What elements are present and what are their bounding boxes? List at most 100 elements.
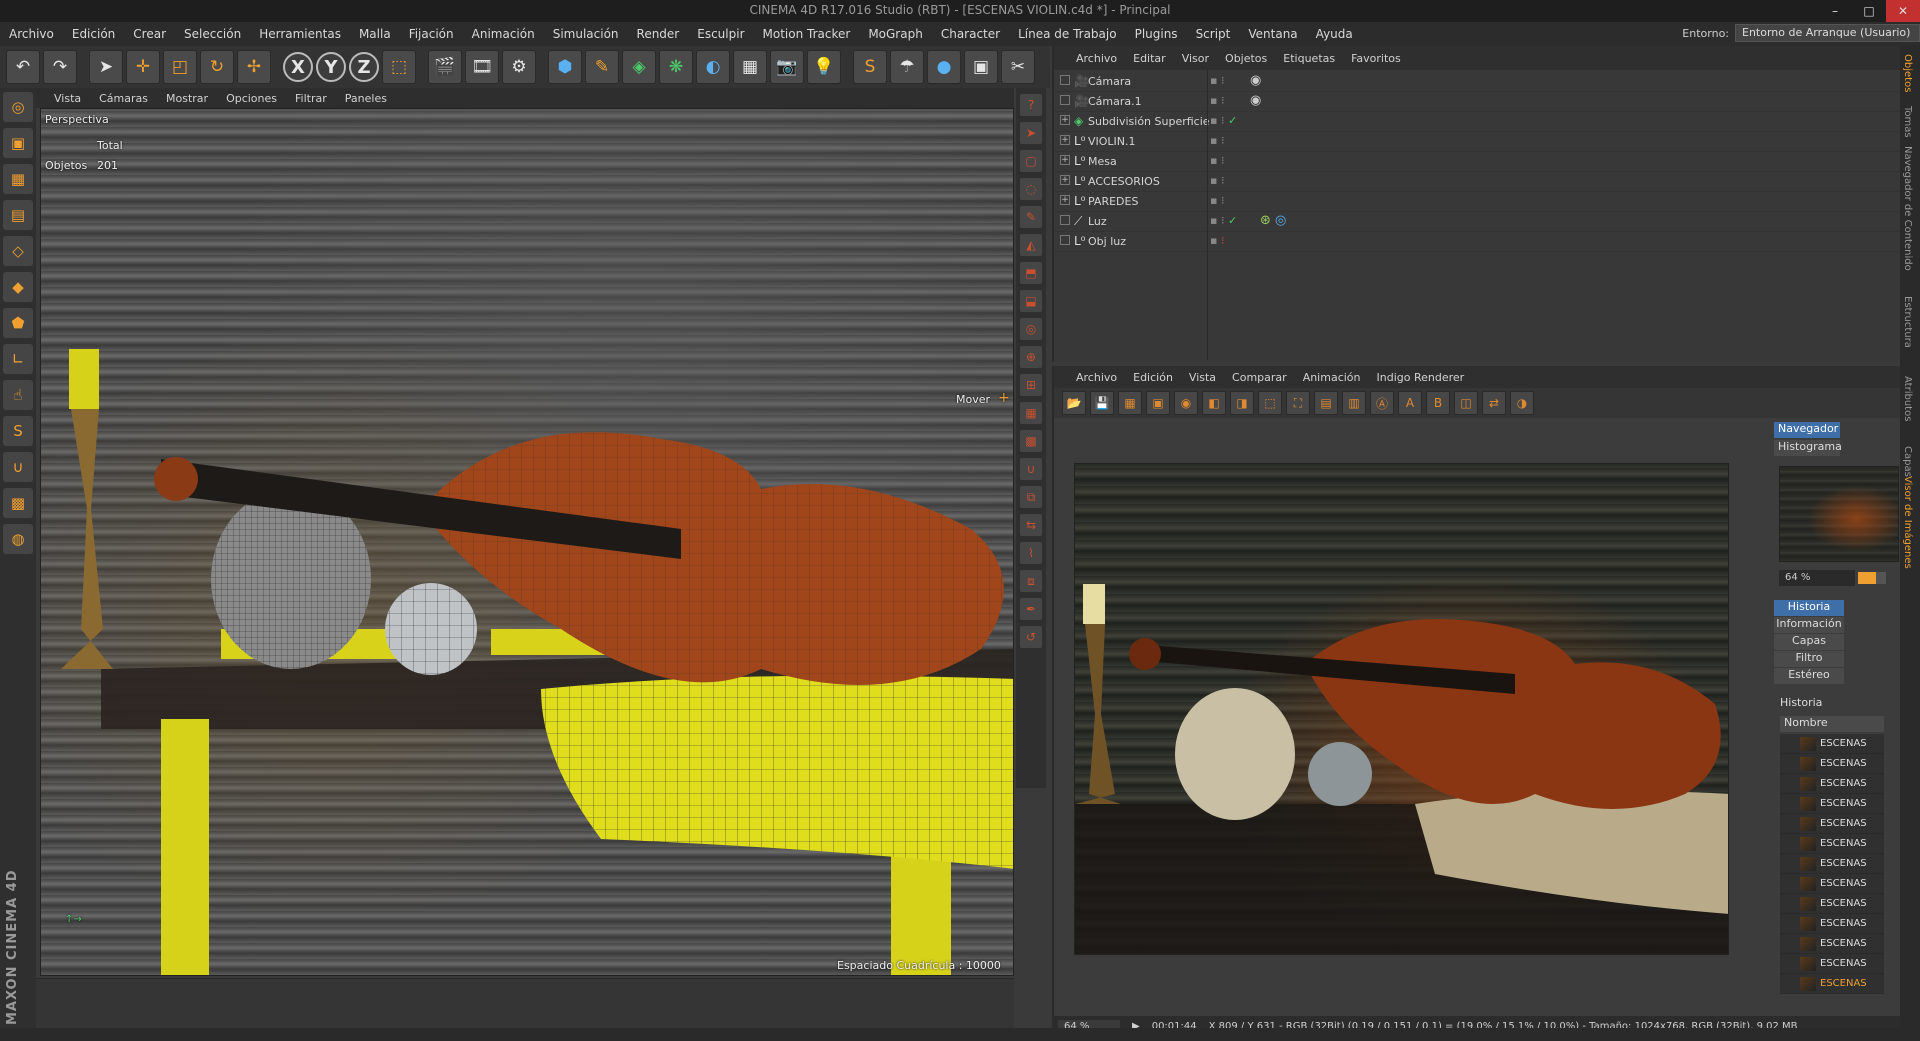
- minimize-button[interactable]: –: [1818, 0, 1852, 22]
- menu-simulacion[interactable]: Simulación: [544, 27, 628, 41]
- visibility-flags[interactable]: ▪ ⁝: [1210, 234, 1224, 247]
- history-item[interactable]: ESCENAS: [1780, 874, 1884, 894]
- expand-toggle[interactable]: [1060, 95, 1070, 105]
- object-row-subdivision[interactable]: + ◈ Subdivisión Superficie ▪ ⁝ ✓: [1054, 112, 1902, 132]
- navigator-zoom-field[interactable]: 64 %: [1779, 570, 1855, 586]
- cube-primitive-icon[interactable]: ⬢: [548, 50, 582, 84]
- history-item[interactable]: ESCENAS: [1780, 934, 1884, 954]
- grid-icon[interactable]: ▦: [1118, 391, 1142, 415]
- fit-icon[interactable]: ⬚: [1258, 391, 1282, 415]
- weld-icon[interactable]: ⊕: [1020, 346, 1042, 368]
- render-tag-icon[interactable]: ☂: [890, 50, 924, 84]
- render-picture-viewer-icon[interactable]: 🎞: [465, 50, 499, 84]
- visibility-flags[interactable]: ▪ ⁝: [1210, 174, 1224, 187]
- lock-z-axis-button[interactable]: Z: [349, 52, 379, 82]
- live-select-icon[interactable]: ✢: [237, 50, 271, 84]
- point-mode-icon[interactable]: ◇: [3, 236, 33, 266]
- environment-dropdown[interactable]: Entorno de Arranque (Usuario): [1735, 24, 1920, 42]
- compare-a-icon[interactable]: ◧: [1202, 391, 1226, 415]
- loop-icon[interactable]: ◎: [1020, 318, 1042, 340]
- objects-menu-objetos[interactable]: Objetos: [1217, 52, 1275, 65]
- polygon-mode-icon[interactable]: ⬟: [3, 308, 33, 338]
- tools-icon[interactable]: ✂: [1001, 50, 1035, 84]
- edge-mode-icon[interactable]: ◆: [3, 272, 33, 302]
- object-row-paredes[interactable]: + L⁰ PAREDES ▪ ⁝: [1054, 192, 1902, 212]
- visibility-flags[interactable]: ▪ ⁝ ✓: [1210, 114, 1237, 127]
- perspective-viewport[interactable]: Perspectiva Total Objetos 201 Mover + Es…: [40, 108, 1014, 976]
- objects-column-divider[interactable]: [1207, 70, 1208, 360]
- tab-navegador-contenido[interactable]: Navegador de Contenido: [1902, 146, 1913, 271]
- save-icon[interactable]: 💾: [1090, 391, 1114, 415]
- tab-tomas[interactable]: Tomas: [1902, 106, 1913, 138]
- alpha-icon[interactable]: ▥: [1342, 391, 1366, 415]
- floor-environment-icon[interactable]: ▦: [733, 50, 767, 84]
- expand-toggle[interactable]: +: [1060, 135, 1070, 145]
- visibility-flags[interactable]: ▪ ⁝: [1210, 154, 1224, 167]
- menu-malla[interactable]: Malla: [350, 27, 400, 41]
- redo-icon[interactable]: ↷: [43, 50, 77, 84]
- menu-crear[interactable]: Crear: [124, 27, 175, 41]
- pv-menu-comparar[interactable]: Comparar: [1224, 371, 1295, 384]
- visibility-flags[interactable]: ▪ ⁝: [1210, 74, 1224, 87]
- light-icon[interactable]: 💡: [807, 50, 841, 84]
- pv-menu-edicion[interactable]: Edición: [1125, 371, 1181, 384]
- object-row-accesorios[interactable]: + L⁰ ACCESORIOS ▪ ⁝: [1054, 172, 1902, 192]
- tab-capas[interactable]: Capas: [1902, 446, 1913, 477]
- object-row-mesa[interactable]: + L⁰ Mesa ▪ ⁝: [1054, 152, 1902, 172]
- brush-icon[interactable]: ✎: [1020, 206, 1042, 228]
- stereo-icon[interactable]: ◑: [1510, 391, 1534, 415]
- texture-mode-icon[interactable]: ▦: [3, 164, 33, 194]
- tab-histograma[interactable]: Histograma: [1774, 440, 1842, 456]
- render-settings-icon[interactable]: ⚙: [502, 50, 536, 84]
- menu-fijacion[interactable]: Fijación: [400, 27, 463, 41]
- tab-capas[interactable]: Capas: [1774, 634, 1844, 650]
- diff-icon[interactable]: ◫: [1454, 391, 1478, 415]
- navigator-zoom-slider[interactable]: [1858, 572, 1886, 584]
- rotate-tool-icon[interactable]: ↻: [200, 50, 234, 84]
- tweak-mode-icon[interactable]: ☝: [3, 380, 33, 410]
- target-tag-icon[interactable]: ⊛ ◎: [1260, 213, 1286, 228]
- swap-icon[interactable]: ⇄: [1482, 391, 1506, 415]
- render-region-icon[interactable]: ▣: [1146, 391, 1170, 415]
- tab-informacion[interactable]: Información: [1774, 617, 1844, 633]
- workplane-mode-icon[interactable]: ▤: [3, 200, 33, 230]
- viewport-menu-filtrar[interactable]: Filtrar: [287, 92, 335, 105]
- snap-icon[interactable]: S: [3, 416, 33, 446]
- stitch-icon[interactable]: ⌇: [1020, 542, 1042, 564]
- lasso-icon[interactable]: ◌: [1020, 178, 1042, 200]
- box-select-icon[interactable]: ▢: [1020, 150, 1042, 172]
- expand-toggle[interactable]: [1060, 235, 1070, 245]
- history-item[interactable]: ESCENAS: [1780, 854, 1884, 874]
- pv-menu-indigo[interactable]: Indigo Renderer: [1369, 371, 1473, 384]
- history-item[interactable]: ESCENAS: [1780, 914, 1884, 934]
- viewport-menu-paneles[interactable]: Paneles: [337, 92, 395, 105]
- expand-toggle[interactable]: +: [1060, 155, 1070, 165]
- visibility-flags[interactable]: ▪ ⁝ ✓: [1210, 214, 1237, 227]
- menu-render[interactable]: Render: [628, 27, 689, 41]
- object-row-luz[interactable]: ⟋ Luz ▪ ⁝ ✓ ⊛ ◎: [1054, 212, 1902, 232]
- menu-esculpir[interactable]: Esculpir: [688, 27, 753, 41]
- visibility-flags[interactable]: ▪ ⁝: [1210, 94, 1224, 107]
- set-b-icon[interactable]: B: [1426, 391, 1450, 415]
- expand-toggle[interactable]: +: [1060, 195, 1070, 205]
- select-arrow-icon[interactable]: ➤: [89, 50, 123, 84]
- workplane-icon[interactable]: ◎: [3, 92, 33, 122]
- knife-icon[interactable]: ◭: [1020, 234, 1042, 256]
- object-row-camara-1[interactable]: 🎥 Cámara.1 ▪ ⁝ ◉: [1054, 92, 1902, 112]
- navigator-thumbnail[interactable]: [1779, 466, 1899, 562]
- menu-script[interactable]: Script: [1187, 27, 1240, 41]
- tab-filtro[interactable]: Filtro: [1774, 651, 1844, 667]
- viewport-menu-camaras[interactable]: Cámaras: [91, 92, 156, 105]
- pv-menu-animacion[interactable]: Animación: [1295, 371, 1369, 384]
- grid-snap-icon[interactable]: ▩: [3, 488, 33, 518]
- menu-animacion[interactable]: Animación: [463, 27, 544, 41]
- pointer-icon[interactable]: ➤: [1020, 122, 1042, 144]
- pv-menu-archivo[interactable]: Archivo: [1068, 371, 1125, 384]
- help-icon[interactable]: ?: [1020, 94, 1042, 116]
- render-active-icon[interactable]: ◉: [1174, 391, 1198, 415]
- object-row-camara[interactable]: 🎥 Cámara ▪ ⁝ ◉: [1054, 72, 1902, 92]
- menu-motion-tracker[interactable]: Motion Tracker: [754, 27, 860, 41]
- tab-navegador[interactable]: Navegador: [1774, 422, 1840, 438]
- tab-estructura[interactable]: Estructura: [1902, 296, 1913, 348]
- history-item[interactable]: ESCENAS: [1780, 754, 1884, 774]
